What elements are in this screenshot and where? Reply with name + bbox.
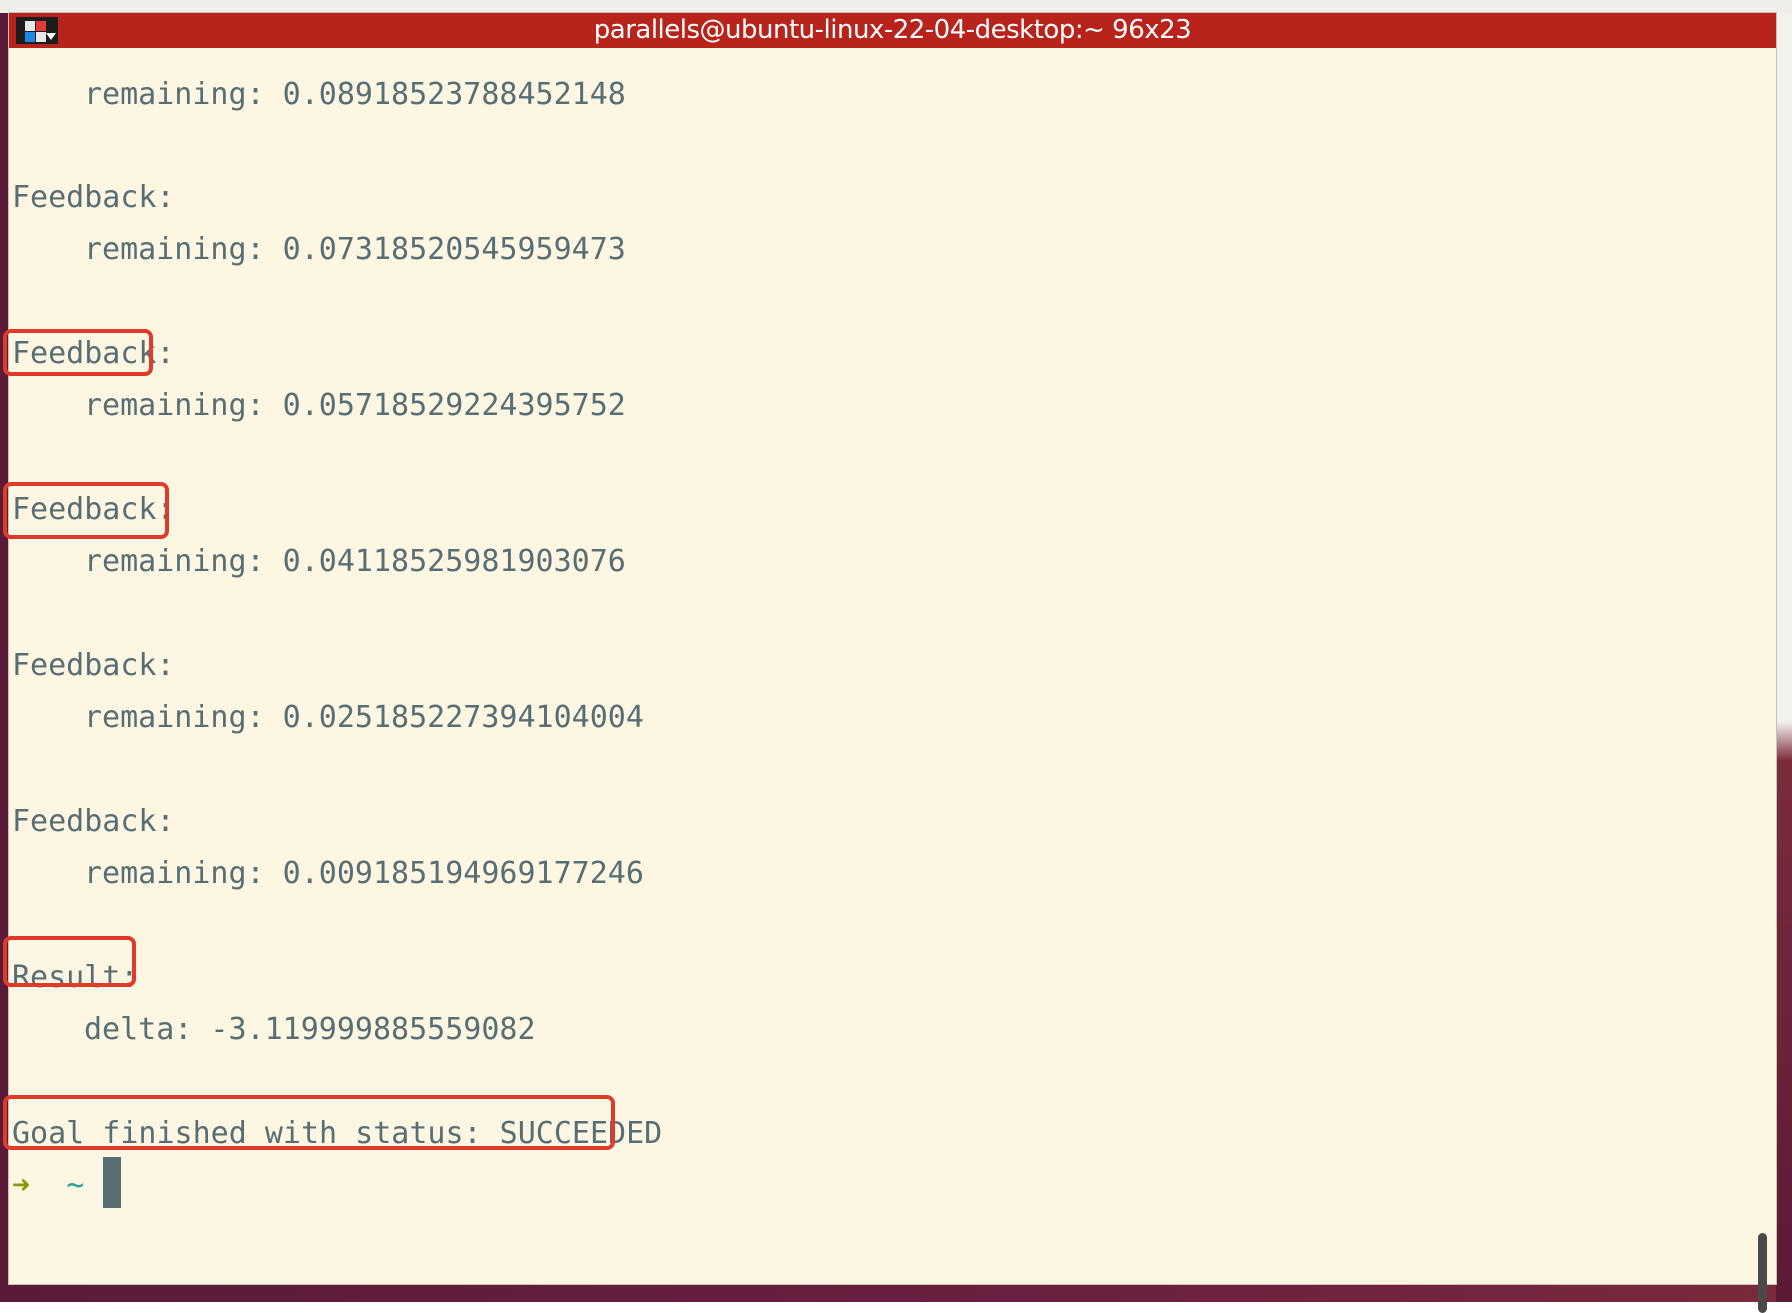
output-line: remaining: 0.025185227394104004 xyxy=(84,700,644,735)
prompt-cwd: ~ xyxy=(66,1168,85,1203)
desktop-edge xyxy=(1776,13,1792,1302)
output-line: remaining: 0.04118525981903076 xyxy=(84,544,626,579)
annotation-box xyxy=(3,329,153,376)
output-line: remaining: 0.05718529224395752 xyxy=(84,388,626,423)
output-line: delta: -3.119999885559082 xyxy=(84,1012,536,1047)
output-line: Feedback: xyxy=(12,804,175,839)
terminal-window: parallels@ubuntu-linux-22-04-desktop:~ 9… xyxy=(3,13,1776,1313)
window-title: parallels@ubuntu-linux-22-04-desktop:~ 9… xyxy=(593,15,1192,45)
output-line: Feedback: xyxy=(12,648,175,683)
prompt-arrow-icon: ➜ xyxy=(12,1168,31,1203)
scrollbar-thumb[interactable] xyxy=(1758,1233,1767,1313)
output-line: Feedback: xyxy=(12,180,175,215)
annotation-box xyxy=(3,1095,615,1150)
output-line: remaining: 0.009185194969177246 xyxy=(84,856,644,891)
output-line: remaining: 0.08918523788452148 xyxy=(84,77,626,112)
annotation-box xyxy=(3,482,169,539)
shell-prompt: ➜ ~ xyxy=(12,1166,84,1206)
annotation-box xyxy=(3,936,136,987)
terminal-output[interactable]: remaining: 0.08918523788452148 Feedback:… xyxy=(3,48,1776,1313)
text-cursor xyxy=(103,1157,121,1208)
top-panel xyxy=(0,0,1792,13)
title-bar[interactable]: parallels@ubuntu-linux-22-04-desktop:~ 9… xyxy=(9,13,1776,48)
output-line: remaining: 0.07318520545959473 xyxy=(84,232,626,267)
